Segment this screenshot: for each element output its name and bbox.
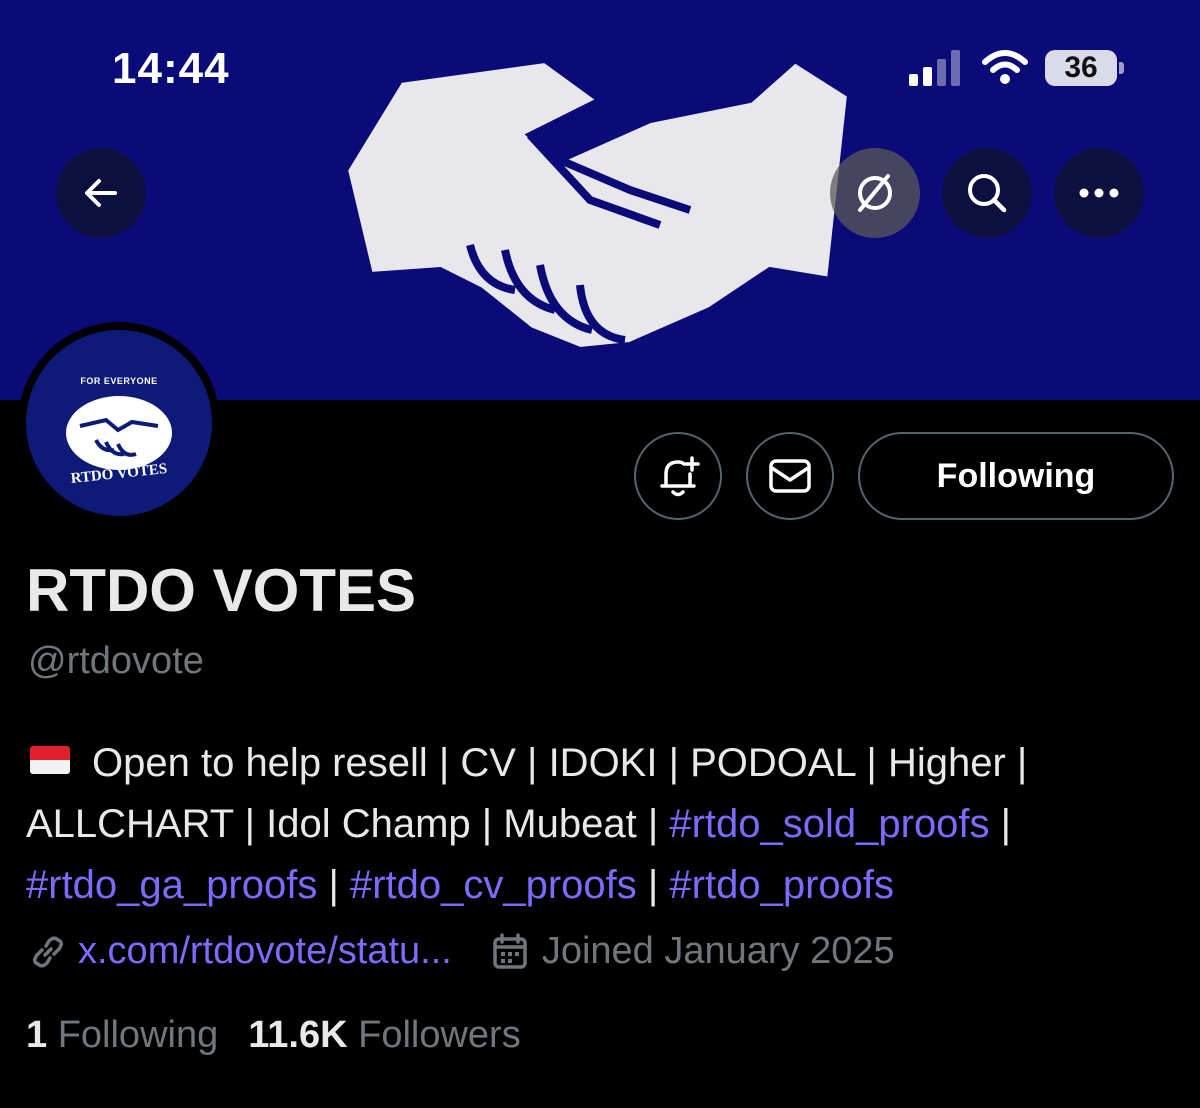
username-handle: @rtdovote bbox=[28, 640, 204, 682]
message-button[interactable] bbox=[746, 432, 834, 520]
following-count-link[interactable]: 1 Following bbox=[26, 1014, 218, 1057]
more-horizontal-icon bbox=[1079, 188, 1119, 198]
more-options-button[interactable] bbox=[1054, 148, 1144, 238]
avatar-handshake-disc bbox=[66, 396, 172, 470]
hashtag-rtdo-ga-proofs[interactable]: #rtdo_ga_proofs bbox=[26, 863, 317, 907]
handshake-icon bbox=[341, 56, 854, 354]
battery-level: 36 bbox=[1045, 50, 1117, 86]
following-label: Following bbox=[57, 1014, 219, 1056]
wifi-icon bbox=[982, 50, 1028, 84]
bio-separator: | bbox=[317, 863, 350, 907]
hashtag-rtdo-cv-proofs[interactable]: #rtdo_cv_proofs bbox=[350, 863, 637, 907]
profile-avatar[interactable]: FOR EVERYONE RTDO VOTES bbox=[18, 322, 220, 524]
search-icon bbox=[968, 174, 1007, 213]
following-button[interactable]: Following bbox=[858, 432, 1174, 520]
link-icon bbox=[33, 936, 63, 967]
grok-button[interactable] bbox=[830, 148, 920, 238]
notifications-button[interactable] bbox=[634, 432, 722, 520]
bio-separator: | bbox=[989, 802, 1012, 846]
avatar-logo: FOR EVERYONE RTDO VOTES bbox=[26, 330, 212, 516]
profile-meta: x.com/rtdovote/statu... Joined January 2… bbox=[28, 930, 895, 973]
bio-text-line1: Open to help resell | CV | IDOKI | PODOA… bbox=[92, 741, 1028, 785]
joined-date: Joined January 2025 bbox=[541, 930, 895, 972]
status-time: 14:44 bbox=[112, 44, 230, 93]
bell-plus-icon bbox=[660, 456, 700, 497]
follow-counts: 1 Following 11.6K Followers bbox=[26, 1014, 521, 1057]
back-button[interactable] bbox=[56, 148, 146, 238]
profile-bio: Open to help resell | CV | IDOKI | PODOA… bbox=[26, 733, 1176, 916]
profile-link[interactable]: x.com/rtdovote/statu... bbox=[78, 930, 452, 973]
signal-icon bbox=[909, 50, 960, 86]
following-count: 1 bbox=[26, 1014, 48, 1056]
followers-count-link[interactable]: 11.6K Followers bbox=[248, 1014, 520, 1057]
profile-banner[interactable]: 14:44 36 bbox=[0, 0, 1200, 400]
indonesia-flag-icon bbox=[30, 746, 70, 774]
bio-separator: | bbox=[636, 863, 670, 907]
calendar-icon bbox=[493, 932, 527, 969]
status-icons: 36 bbox=[909, 50, 1124, 86]
display-name: RTDO VOTES bbox=[26, 557, 417, 624]
mail-icon bbox=[769, 459, 811, 493]
followers-count: 11.6K bbox=[248, 1014, 348, 1056]
arrow-left-icon bbox=[85, 179, 117, 207]
avatar-top-text: FOR EVERYONE bbox=[80, 376, 158, 386]
bio-text-line2: ALLCHART | Idol Champ | Mubeat | bbox=[26, 802, 670, 846]
search-button[interactable] bbox=[942, 148, 1032, 238]
battery-indicator: 36 bbox=[1045, 50, 1124, 86]
followers-label: Followers bbox=[358, 1014, 521, 1056]
grok-icon bbox=[858, 174, 892, 212]
hashtag-rtdo-sold-proofs[interactable]: #rtdo_sold_proofs bbox=[669, 802, 989, 846]
hashtag-rtdo-proofs[interactable]: #rtdo_proofs bbox=[669, 863, 894, 907]
handshake-icon bbox=[79, 417, 159, 457]
